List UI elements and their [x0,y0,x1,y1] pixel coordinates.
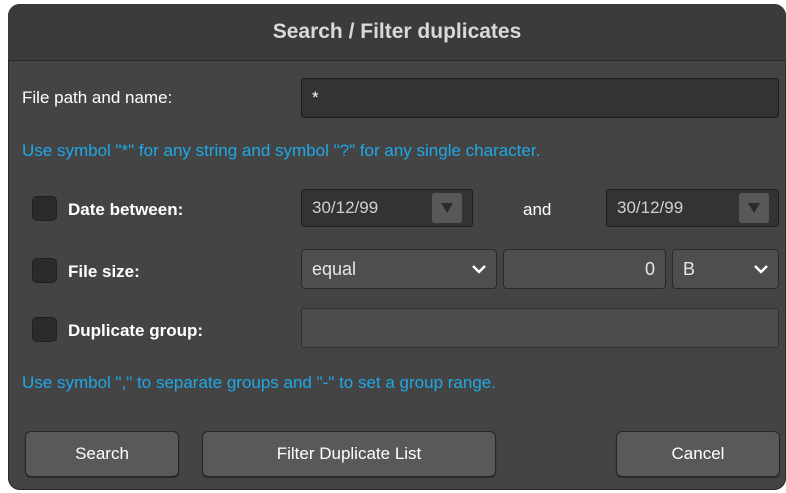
size-unit-value: B [683,258,696,279]
size-unit-select[interactable]: B [672,249,779,289]
size-operator-select[interactable]: equal [301,249,497,289]
triangle-down-icon [441,203,453,213]
date-from-value: 30/12/99 [312,198,379,217]
duplicate-group-input[interactable] [301,308,779,348]
search-filter-dialog: Search / Filter duplicates File path and… [8,4,786,490]
size-value-input[interactable]: 0 [503,249,666,289]
cancel-button[interactable]: Cancel [616,431,780,477]
and-label: and [523,200,552,219]
date-to-dropdown-button[interactable] [739,193,769,223]
search-button[interactable]: Search [25,431,179,477]
duplicate-group-label: Duplicate group: [68,321,204,340]
group-hint: Use symbol "," to separate groups and "-… [22,373,496,392]
date-to-value: 30/12/99 [617,198,684,217]
size-operator-value: equal [312,258,357,279]
filter-duplicate-list-button[interactable]: Filter Duplicate List [202,431,496,477]
file-path-input[interactable]: * [301,78,779,118]
dialog-title: Search / Filter duplicates [8,4,786,61]
file-path-label: File path and name: [22,88,173,107]
path-hint: Use symbol "*" for any string and symbol… [22,141,541,160]
size-value: 0 [644,258,655,279]
date-between-checkbox[interactable] [32,196,57,221]
chevron-down-icon [472,264,486,274]
date-from-field[interactable]: 30/12/99 [301,189,473,227]
date-between-label: Date between: [68,200,184,219]
date-from-dropdown-button[interactable] [432,193,462,223]
file-path-value: * [312,88,319,107]
duplicate-group-checkbox[interactable] [32,317,57,342]
date-to-field[interactable]: 30/12/99 [606,189,779,227]
chevron-down-icon [754,264,768,274]
triangle-down-icon [748,203,760,213]
file-size-checkbox[interactable] [32,258,57,283]
file-size-label: File size: [68,262,140,281]
